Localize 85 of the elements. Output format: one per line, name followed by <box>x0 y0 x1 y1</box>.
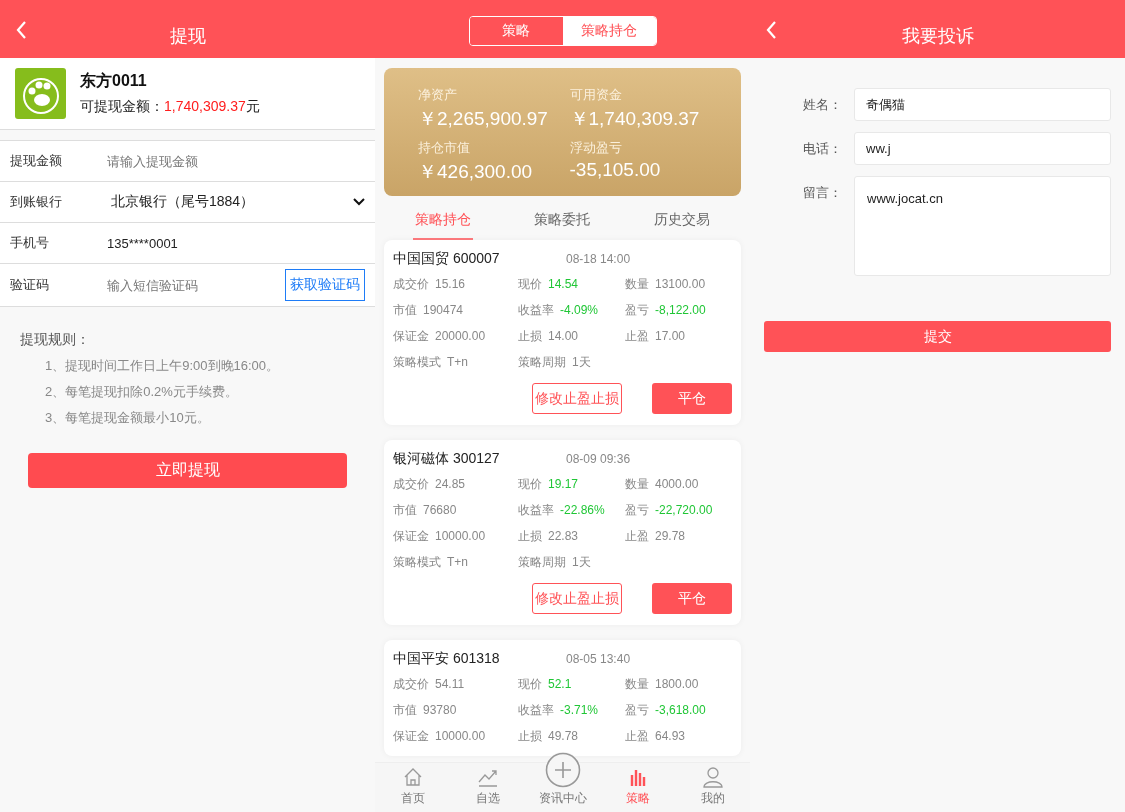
account-name: 东方0011 <box>80 71 148 91</box>
position-field: 数量 1800.00 <box>625 676 732 693</box>
position-field: 市值 76680 <box>393 502 518 519</box>
asset-value: ￥2,265,900.97 <box>418 107 549 131</box>
stock-name: 银河磁体 300127 <box>393 450 501 468</box>
asset-value: ￥426,300.00 <box>418 160 534 184</box>
chevron-down-icon[interactable] <box>353 198 365 206</box>
position-field: 收益率 -3.71% <box>518 702 625 719</box>
position-tab[interactable]: 策略委托 <box>532 202 593 240</box>
nav-item[interactable]: 首页 <box>377 766 448 807</box>
rule-text: 1、提现时间工作日上午9:00到晚16:00。 <box>44 357 281 375</box>
position-field: 止损 49.78 <box>518 728 625 745</box>
nav-item[interactable]: 自选 <box>452 766 523 807</box>
position-field: 成交价 15.16 <box>393 276 518 293</box>
position-field: 市值 190474 <box>393 302 518 319</box>
text-field[interactable]: ww.j <box>854 132 1111 165</box>
position-field: 策略模式 T+n <box>393 554 518 571</box>
asset-label: 持仓市值 <box>418 139 471 157</box>
position-field: 盈亏 -22,720.00 <box>625 502 732 519</box>
position-field: 止盈 17.00 <box>625 328 732 345</box>
position-field: 盈亏 -3,618.00 <box>625 702 732 719</box>
field-label: 到账银行 <box>10 193 63 211</box>
amount-input[interactable]: 请输入提现金额 <box>107 149 365 173</box>
position-field: 现价 14.54 <box>518 276 625 293</box>
position-field: 止盈 29.78 <box>625 528 732 545</box>
rule-text: 3、每笔提现金额最小10元。 <box>44 409 211 427</box>
withdraw-button[interactable]: 立即提现 <box>28 453 347 488</box>
asset-label: 净资产 <box>418 86 458 104</box>
page-title: 我要投诉 <box>901 25 974 48</box>
field-label: 电话： <box>802 140 843 158</box>
trade-time: 08-05 13:40 <box>566 652 631 666</box>
position-field: 策略周期 1天 <box>518 354 625 371</box>
nav-item[interactable]: 我的 <box>677 766 748 807</box>
segment-tab[interactable]: 策略持仓 <box>562 17 656 45</box>
asset-value: -35,105.00 <box>569 159 662 181</box>
position-field: 现价 19.17 <box>518 476 625 493</box>
stock-name: 中国平安 601318 <box>393 650 501 668</box>
position-field: 成交价 24.85 <box>393 476 518 493</box>
stock-name: 中国国贸 600007 <box>393 250 501 268</box>
position-field: 收益率 -4.09% <box>518 302 625 319</box>
withdrawable-balance: 可提现金额：1,740,309.37元 <box>80 98 260 116</box>
asset-label: 浮动盈亏 <box>569 139 623 157</box>
rules-title: 提现规则： <box>20 331 91 349</box>
nav-item[interactable]: 资讯中心 <box>527 752 598 807</box>
position-field: 成交价 54.11 <box>393 676 518 693</box>
field-label: 验证码 <box>10 276 50 294</box>
edit-stop-button[interactable]: 修改止盈止损 <box>532 383 622 414</box>
text-field[interactable]: 奇偶猫 <box>854 88 1111 121</box>
position-field: 现价 52.1 <box>518 676 625 693</box>
close-position-button[interactable]: 平仓 <box>652 583 732 614</box>
close-position-button[interactable]: 平仓 <box>652 383 732 414</box>
position-field: 盈亏 -8,122.00 <box>625 302 732 319</box>
field-label: 手机号 <box>10 234 50 252</box>
trade-time: 08-18 14:00 <box>566 252 631 266</box>
position-field: 保证金 10000.00 <box>393 528 518 545</box>
rule-text: 2、每笔提现扣除0.2%元手续费。 <box>44 383 239 401</box>
avatar-paw-icon <box>15 68 66 119</box>
position-tab[interactable]: 历史交易 <box>652 202 713 240</box>
position-field: 止损 22.83 <box>518 528 625 545</box>
position-field: 市值 93780 <box>393 702 518 719</box>
position-field: 保证金 20000.00 <box>393 328 518 345</box>
nav-item[interactable]: 策略 <box>602 766 673 807</box>
position-field: 止损 14.00 <box>518 328 625 345</box>
position-field: 止盈 64.93 <box>625 728 732 745</box>
code-input[interactable]: 输入短信验证码 <box>107 273 285 297</box>
position-field: 策略周期 1天 <box>518 554 625 571</box>
position-field: 策略模式 T+n <box>393 354 518 371</box>
message-field[interactable]: www.jocat.cn <box>854 176 1111 276</box>
trade-time: 08-09 09:36 <box>566 452 631 466</box>
submit-button[interactable]: 提交 <box>764 321 1111 352</box>
edit-stop-button[interactable]: 修改止盈止损 <box>532 583 622 614</box>
asset-value: ￥1,740,309.37 <box>569 107 701 131</box>
position-field: 收益率 -22.86% <box>518 502 625 519</box>
position-field: 数量 4000.00 <box>625 476 732 493</box>
field-label: 姓名： <box>802 96 843 114</box>
asset-label: 可用资金 <box>569 86 623 104</box>
position-field: 数量 13100.00 <box>625 276 732 293</box>
page-title: 提现 <box>169 25 206 48</box>
get-code-button[interactable]: 获取验证码 <box>285 269 365 301</box>
field-label: 留言： <box>802 184 843 202</box>
bank-select[interactable]: 北京银行（尾号1884） <box>107 193 365 211</box>
user-icon <box>701 766 724 788</box>
position-field: 保证金 10000.00 <box>393 728 518 745</box>
field-label: 提现金额 <box>10 152 63 170</box>
phone-number: 135****0001 <box>107 235 178 251</box>
